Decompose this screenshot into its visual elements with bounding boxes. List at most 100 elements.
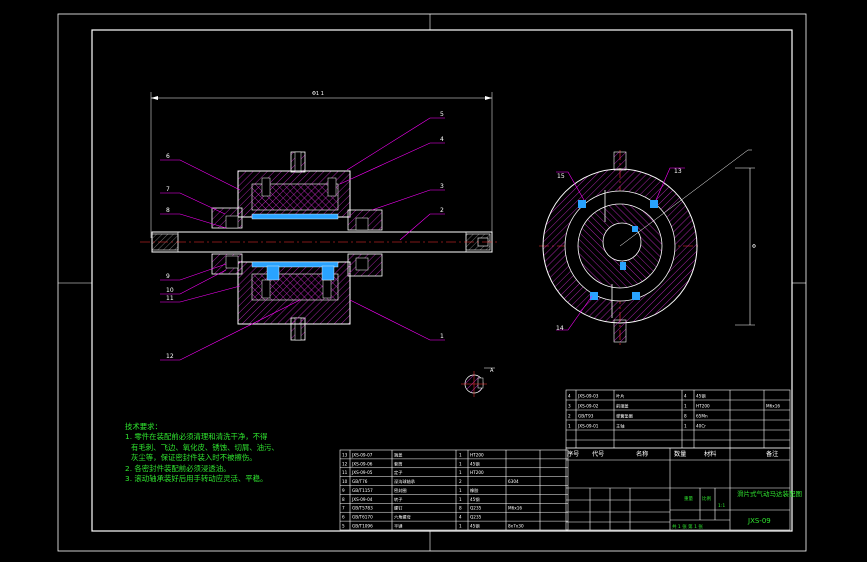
parts-row: 4 JXS-09-03 叶片 4 45钢: [568, 393, 706, 400]
parts-cell-no: 5: [342, 524, 345, 529]
parts-row: 6 GB/T6170 六角螺母 4 Q235: [340, 514, 568, 522]
parts-row: 3 JXS-09-02 前端盖 1 HT200 M6x16: [568, 403, 780, 410]
main-sectional-view: Φ1 1: [140, 91, 500, 341]
parts-cell-code: JXS-09-01: [577, 424, 599, 429]
parts-cell-no: 2: [568, 414, 571, 419]
parts-cell-no: 7: [342, 506, 345, 511]
parts-cell-note: M6x16: [508, 506, 522, 511]
parts-cell-qty: 8: [459, 506, 462, 511]
parts-row: 7 GB/T5783 螺钉 8 Q235 M6x16: [340, 505, 568, 513]
parts-cell-name: 六角螺母: [394, 514, 411, 521]
parts-cell-qty: 1: [459, 524, 462, 529]
parts-cell-code: JXS-09-06: [351, 461, 373, 466]
parts-cell-material: 40Cr: [696, 424, 706, 429]
callout-15: 15: [557, 173, 565, 180]
parts-cell-code: GB/T5783: [352, 506, 373, 511]
tech-line-3: 灰尘等，保证密封件装入时不被擦伤。: [131, 453, 257, 463]
tech-line-2: 有毛刺、飞边、氧化皮、锈蚀、切屑、油污、: [131, 442, 279, 452]
scale-value: 1:1: [718, 503, 725, 509]
parts-cell-code: GB/T1096: [352, 524, 373, 529]
parts-list-lower-rows: 13 JXS-09-07 端盖 1 HT20012 JXS-09-06 套筒 1 45钢11 JX…: [340, 451, 568, 530]
parts-row: 8 JXS-09-04 转子 1 45钢: [340, 496, 568, 504]
callout-1: 1: [440, 333, 444, 340]
parts-row: 13 JXS-09-07 端盖 1 HT200: [340, 451, 568, 460]
parts-cell-material: Q235: [470, 506, 482, 511]
side-view: Φ: [539, 149, 756, 346]
cad-viewport[interactable]: Φ 1 1 5 4 3 2 1 6 7 8 9 10 11 12 Φ 15 13 …: [0, 0, 867, 562]
sheet-count: 共 1 张 第 1 张: [672, 523, 703, 530]
parts-cell-name: 端盖: [394, 451, 402, 458]
parts-cell-qty: 1: [459, 452, 462, 457]
parts-row: 9 GB/T1157 密封圈 1 橡胶: [340, 487, 568, 495]
parts-cell-qty: 1: [459, 470, 462, 475]
parts-cell-no: 6: [342, 515, 345, 520]
header-code: 代号: [592, 450, 604, 458]
weight-label: 重量: [684, 495, 693, 502]
parts-cell-code: GB/T93: [578, 414, 594, 419]
parts-cell-name: 前端盖: [616, 403, 629, 410]
parts-row: 2 GB/T93 弹簧垫圈 8 65Mn: [568, 413, 708, 420]
parts-cell-name: 螺钉: [394, 505, 403, 512]
header-no: 序号: [567, 450, 579, 458]
parts-row: 1 JXS-09-01 主轴 1 40Cr: [568, 423, 706, 430]
parts-list-lower: [339, 449, 569, 531]
callout-14: 14: [556, 325, 564, 332]
parts-cell-name: 叶片: [616, 393, 624, 400]
callout-6: 6: [166, 153, 170, 160]
title-block-text: 滑片式气动马达装配图 JXS-09 比例 重量 1:1 共 1 张 第 1 张: [672, 489, 802, 530]
header-material: 材料: [704, 450, 716, 458]
parts-row: 10 GB/T76 深沟球轴承 2 6304: [340, 478, 568, 486]
parts-list-upper-text: 4 JXS-09-03 叶片 4 45钢 3 JXS-09-02 前端盖 1 HT200 M6x16…: [568, 393, 780, 430]
top-dimension-text: Φ1 1: [312, 91, 324, 97]
parts-row: 12 JXS-09-06 套筒 1 45钢: [340, 460, 568, 469]
callout-5: 5: [440, 111, 444, 118]
tech-line-1: 1. 零件在装配前必须清理和清洗干净，不得: [125, 432, 268, 442]
header-qty: 数量: [674, 450, 686, 458]
parts-cell-no: 1: [568, 424, 571, 429]
tech-line-5: 3. 滚动轴承装好后用手转动应灵活、平稳。: [125, 474, 268, 484]
detail-label: A: [490, 368, 494, 374]
parts-row: 11 JXS-09-05 定子 1 HT200: [340, 469, 568, 477]
drawing-number: JXS-09: [747, 517, 771, 525]
callout-8: 8: [166, 207, 170, 214]
parts-cell-code: JXS-09-05: [351, 470, 373, 475]
parts-cell-code: JXS-09-04: [351, 497, 373, 502]
callout-7: 7: [166, 186, 170, 193]
parts-cell-no: 10: [342, 479, 348, 484]
header-name: 名称: [636, 450, 648, 458]
parts-cell-qty: 1: [459, 497, 462, 502]
parts-cell-material: Q235: [470, 515, 482, 520]
parts-row: 5 GB/T1096 平键 1 45钢 8x7x30: [342, 523, 524, 530]
callout-9: 9: [166, 273, 170, 280]
parts-cell-material: 45钢: [470, 496, 480, 503]
tech-line-4: 2. 各密封件装配前必须浸透油。: [125, 463, 231, 473]
parts-list-upper: [565, 389, 791, 449]
parts-cell-qty: 1: [684, 404, 687, 409]
parts-cell-qty: 4: [459, 515, 462, 520]
parts-cell-name: 弹簧垫圈: [616, 413, 633, 420]
parts-cell-name: 平键: [394, 523, 403, 530]
parts-cell-material: 45钢: [470, 460, 480, 467]
parts-cell-qty: 1: [684, 424, 687, 429]
parts-cell-name: 深沟球轴承: [394, 478, 416, 485]
parts-cell-note: 6304: [508, 479, 519, 484]
parts-cell-no: 3: [568, 404, 571, 409]
parts-cell-qty: 1: [459, 488, 462, 493]
callout-12: 12: [166, 353, 174, 360]
parts-header: 序号 代号 名称 数量 材料 备注: [567, 450, 778, 458]
parts-cell-name: 套筒: [394, 460, 402, 467]
parts-cell-name: 定子: [394, 469, 402, 476]
parts-cell-name: 转子: [394, 496, 402, 503]
parts-cell-code: GB/T76: [352, 479, 368, 484]
callout-4: 4: [440, 136, 444, 143]
callout-10: 10: [166, 287, 174, 294]
parts-cell-code: JXS-09-02: [577, 404, 599, 409]
parts-cell-code: GB/T1157: [352, 488, 373, 493]
parts-cell-material: 65Mn: [696, 414, 708, 419]
parts-cell-no: 9: [342, 488, 345, 493]
parts-cell-qty: 4: [684, 394, 687, 399]
tech-title: 技术要求：: [125, 422, 162, 431]
parts-cell-qty: 1: [459, 461, 462, 466]
parts-cell-no: 4: [568, 394, 571, 399]
callout-11: 11: [166, 295, 174, 302]
